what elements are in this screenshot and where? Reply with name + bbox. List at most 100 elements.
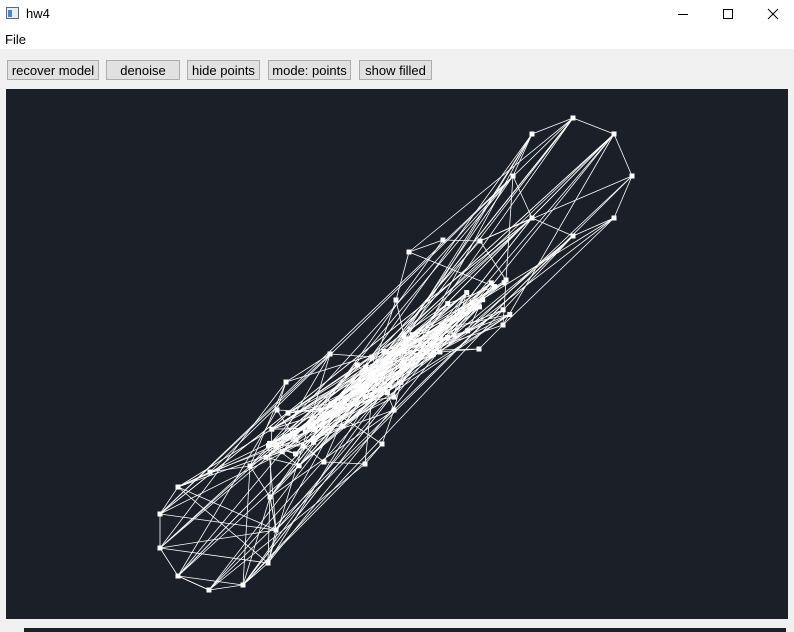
mesh-vertex xyxy=(157,545,163,551)
mesh-vertex xyxy=(477,238,483,244)
mesh-vertex xyxy=(369,354,375,360)
mesh-edge xyxy=(453,235,574,336)
mesh-vertex xyxy=(445,335,451,341)
mesh-vertex xyxy=(437,349,443,355)
mesh-vertex xyxy=(403,337,409,343)
mesh-edge xyxy=(159,175,514,515)
mesh-vertex xyxy=(273,527,279,533)
mesh-vertex xyxy=(629,173,635,179)
mesh-edge xyxy=(249,133,615,467)
mesh-vertex xyxy=(207,469,213,475)
mesh-edge xyxy=(208,368,406,591)
mesh-vertex xyxy=(386,351,392,357)
mesh-vertex xyxy=(363,383,369,389)
close-button[interactable] xyxy=(750,0,794,28)
mesh-vertex xyxy=(354,362,360,368)
mesh-vertex xyxy=(344,396,350,402)
mesh-vertex xyxy=(369,392,375,398)
mesh-edge xyxy=(613,133,633,177)
mesh-vertex xyxy=(476,346,482,352)
mesh-vertex xyxy=(293,437,299,443)
mesh-vertex xyxy=(401,359,407,365)
mesh-vertex xyxy=(285,410,291,416)
mesh-vertex xyxy=(507,311,513,317)
menu-bar: File xyxy=(0,29,794,49)
mesh-vertex xyxy=(368,370,374,376)
mesh-vertex xyxy=(406,249,412,255)
mesh-edge xyxy=(512,133,533,177)
mesh-vertex xyxy=(291,431,297,437)
mesh-edge xyxy=(242,443,383,586)
title-bar: hw4 xyxy=(0,0,794,28)
mesh-vertex xyxy=(611,215,617,221)
mesh-vertex xyxy=(501,280,507,286)
mesh-vertex xyxy=(451,332,457,338)
recover-model-button[interactable]: recover model xyxy=(7,60,99,80)
mesh-vertex xyxy=(570,115,576,121)
maximize-icon xyxy=(723,9,733,19)
mesh-vertex xyxy=(362,368,368,374)
mesh-vertex xyxy=(321,459,327,465)
mesh-vertex xyxy=(434,336,440,342)
mesh-edge xyxy=(408,117,574,253)
mesh-vertex xyxy=(529,215,535,221)
mesh-edge xyxy=(267,133,615,564)
mesh-vertex xyxy=(394,348,400,354)
mesh-vertex xyxy=(267,494,273,500)
mesh-vertex xyxy=(439,322,445,328)
mesh-vertex xyxy=(311,439,317,445)
mesh-vertex xyxy=(529,131,535,137)
minimize-button[interactable] xyxy=(660,0,706,28)
mesh-vertex xyxy=(296,463,302,469)
mesh-vertex xyxy=(384,390,390,396)
maximize-button[interactable] xyxy=(705,0,751,28)
mesh-edge xyxy=(159,217,533,515)
render-canvas[interactable] xyxy=(6,89,788,619)
mesh-vertex xyxy=(510,173,516,179)
mesh-vertex xyxy=(398,379,404,385)
mesh-vertex xyxy=(175,573,181,579)
mesh-vertex xyxy=(240,582,246,588)
mesh-vertex xyxy=(265,560,271,566)
mesh-edge xyxy=(209,117,574,473)
mesh-vertex xyxy=(363,394,369,400)
mesh-vertex xyxy=(293,451,299,457)
mesh-vertex xyxy=(382,358,388,364)
mesh-vertex xyxy=(401,347,407,353)
mesh-vertex xyxy=(175,484,181,490)
mesh-vertex xyxy=(391,394,397,400)
mode-button[interactable]: mode: points xyxy=(268,60,351,80)
mesh-vertex xyxy=(391,407,397,413)
close-icon xyxy=(767,8,779,20)
mesh-vertex xyxy=(387,382,393,388)
mesh-vertex xyxy=(283,379,289,385)
mesh-vertex xyxy=(480,297,486,303)
mesh-vertex xyxy=(570,233,576,239)
mesh-vertex xyxy=(472,305,478,311)
denoise-button[interactable]: denoise xyxy=(106,60,180,80)
minimize-icon xyxy=(678,14,688,15)
mesh-vertex xyxy=(362,461,368,467)
mesh-vertex xyxy=(274,442,280,448)
mesh-vertex xyxy=(269,426,275,432)
mesh-vertex xyxy=(430,351,436,357)
mesh-edge xyxy=(177,175,514,577)
mesh-vertex xyxy=(445,301,451,307)
show-filled-button[interactable]: show filled xyxy=(359,60,432,80)
hide-points-button[interactable]: hide points xyxy=(187,60,260,80)
mesh-vertex xyxy=(206,587,212,593)
mesh-edge xyxy=(572,117,615,135)
mesh-vertex xyxy=(300,443,306,449)
mesh-vertex xyxy=(464,290,470,296)
mesh-edge xyxy=(275,133,615,531)
mesh-vertex xyxy=(263,454,269,460)
mesh-vertex xyxy=(465,328,471,334)
menu-file[interactable]: File xyxy=(5,32,26,47)
mesh-vertex xyxy=(267,440,273,446)
mesh-edge xyxy=(268,445,304,447)
mesh-edge xyxy=(404,133,533,370)
toolbar: recover model denoise hide points mode: … xyxy=(0,49,794,89)
mesh-edge xyxy=(531,217,574,237)
window-title: hw4 xyxy=(26,6,50,21)
canvas-bottom-strip xyxy=(24,628,786,632)
